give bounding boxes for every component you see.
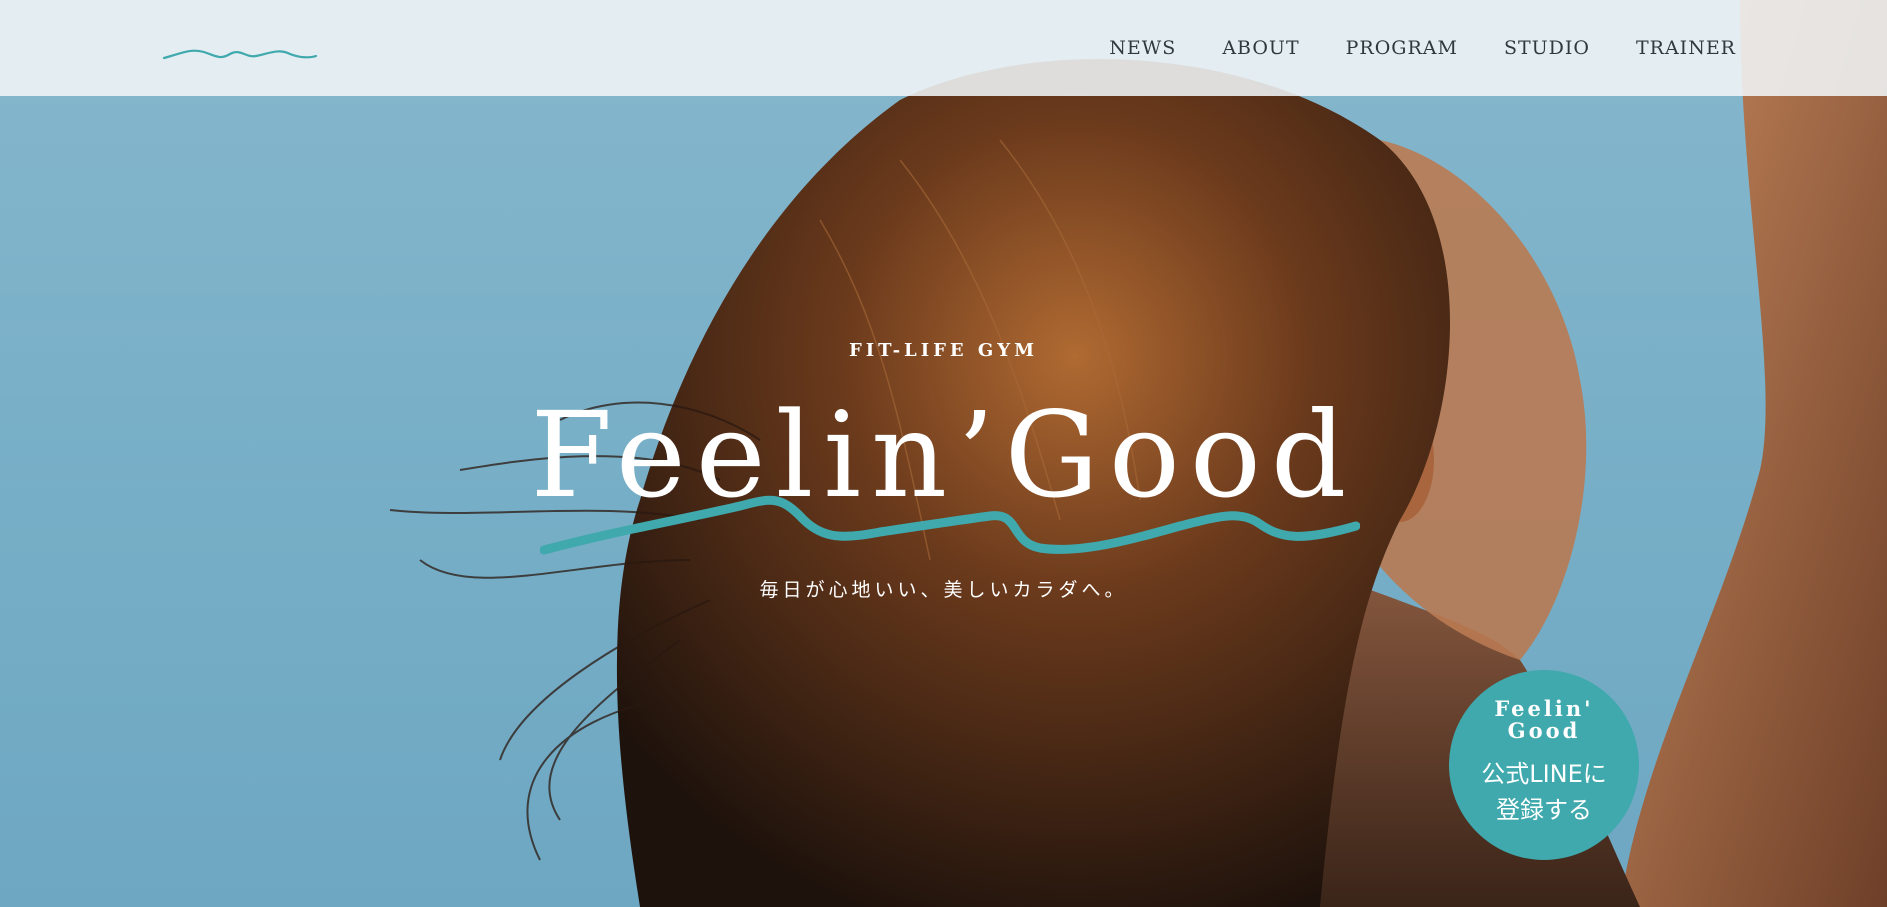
hero-eyebrow: FIT-LIFE GYM	[848, 340, 1039, 361]
badge-brand-line2: Good	[1507, 718, 1581, 743]
site-header: NEWS ABOUT PROGRAM STUDIO TRAINER	[0, 0, 1887, 96]
nav-item-news[interactable]: NEWS	[1109, 37, 1176, 59]
badge-cta-line2: 登録する	[1496, 796, 1592, 824]
nav-item-trainer[interactable]: TRAINER	[1636, 37, 1736, 59]
main-nav: NEWS ABOUT PROGRAM STUDIO TRAINER	[1109, 0, 1736, 96]
nav-item-program[interactable]: PROGRAM	[1346, 37, 1458, 59]
badge-cta-line1: 公式LINEに	[1481, 760, 1607, 788]
hero-tagline: 毎日が心地いい、美しいカラダへ。	[759, 579, 1128, 601]
nav-item-studio[interactable]: STUDIO	[1504, 37, 1590, 59]
line-register-button[interactable]: Feelin' Good 公式LINEに 登録する	[1449, 670, 1639, 860]
nav-item-about[interactable]: ABOUT	[1222, 37, 1299, 59]
badge-cta: 公式LINEに 登録する	[1449, 756, 1639, 828]
wave-logo-icon[interactable]	[160, 40, 320, 64]
badge-brand-line1: Feelin'	[1494, 696, 1594, 721]
wave-underline-icon	[540, 495, 1360, 555]
